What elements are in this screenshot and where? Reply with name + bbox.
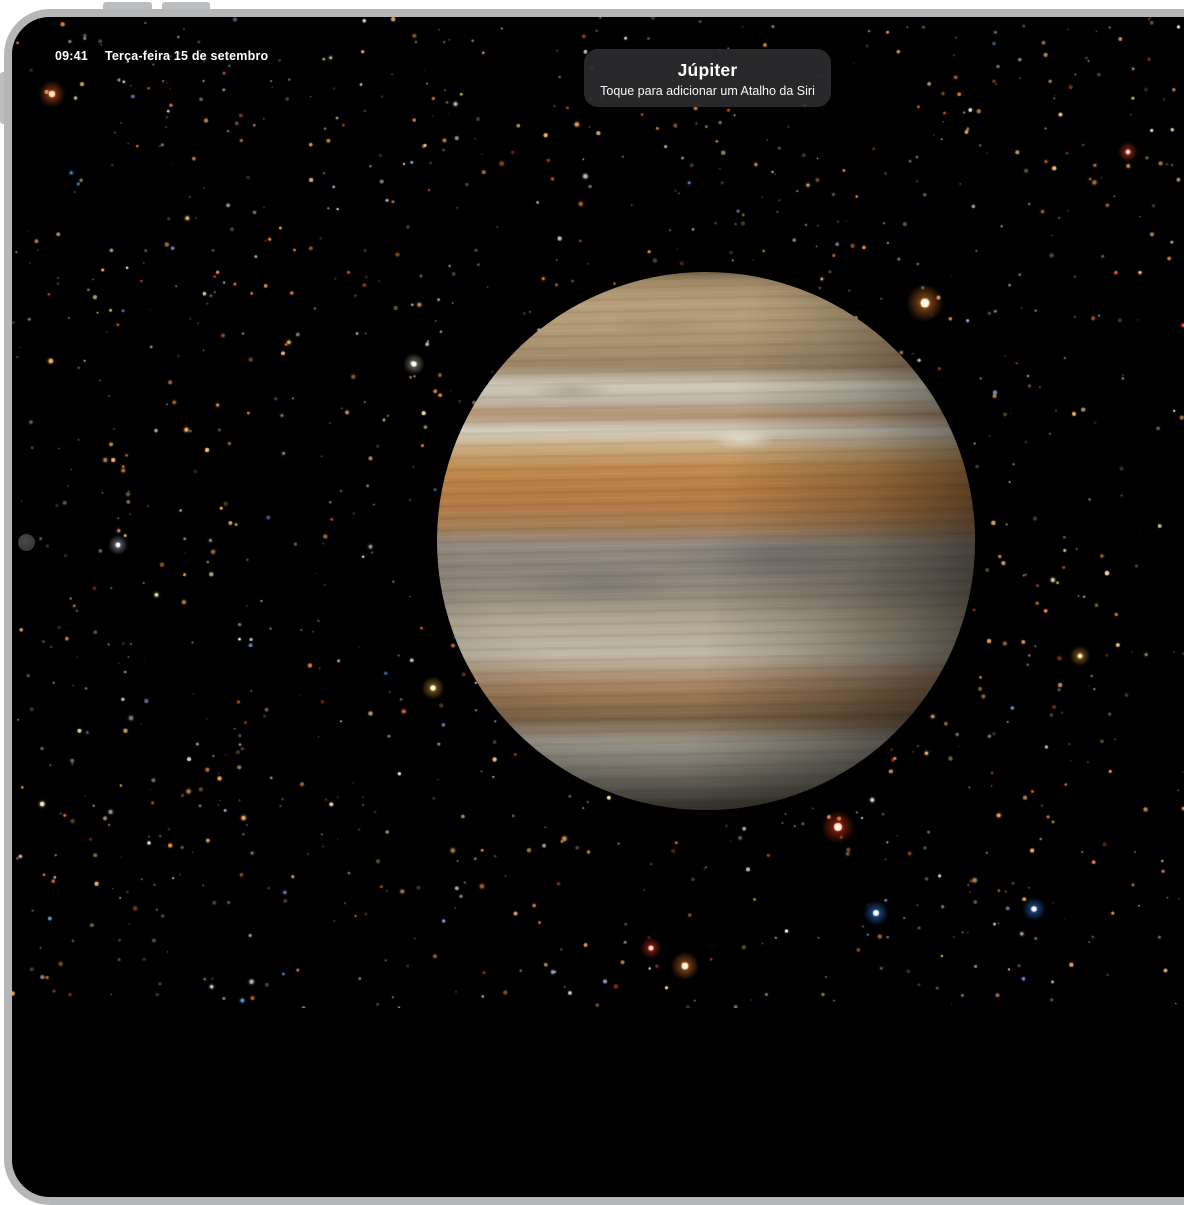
siri-suggestion-banner[interactable]: Júpiter Toque para adicionar um Atalho d… <box>584 49 831 107</box>
lock-screen: 09:41 Terça-feira 15 de setembro Júpiter… <box>12 17 1184 1197</box>
ipad-device: 09:41 Terça-feira 15 de setembro Júpiter… <box>0 0 1184 1008</box>
siri-suggestion-hint: Toque para adicionar um Atalho da Siri <box>600 84 815 98</box>
device-bezel: 09:41 Terça-feira 15 de setembro Júpiter… <box>4 9 1184 1205</box>
jupiter-planet <box>437 272 975 810</box>
jupiter-shading <box>437 272 975 810</box>
page: { "device": { "frame_color": "#b4b6b8", … <box>0 0 1184 1008</box>
clock-date: Terça-feira 15 de setembro <box>105 48 268 64</box>
status-bar: 09:41 Terça-feira 15 de setembro <box>55 48 268 64</box>
clock-time: 09:41 <box>55 48 88 64</box>
siri-suggestion-app: Júpiter <box>678 60 738 80</box>
front-camera-icon <box>18 534 35 551</box>
